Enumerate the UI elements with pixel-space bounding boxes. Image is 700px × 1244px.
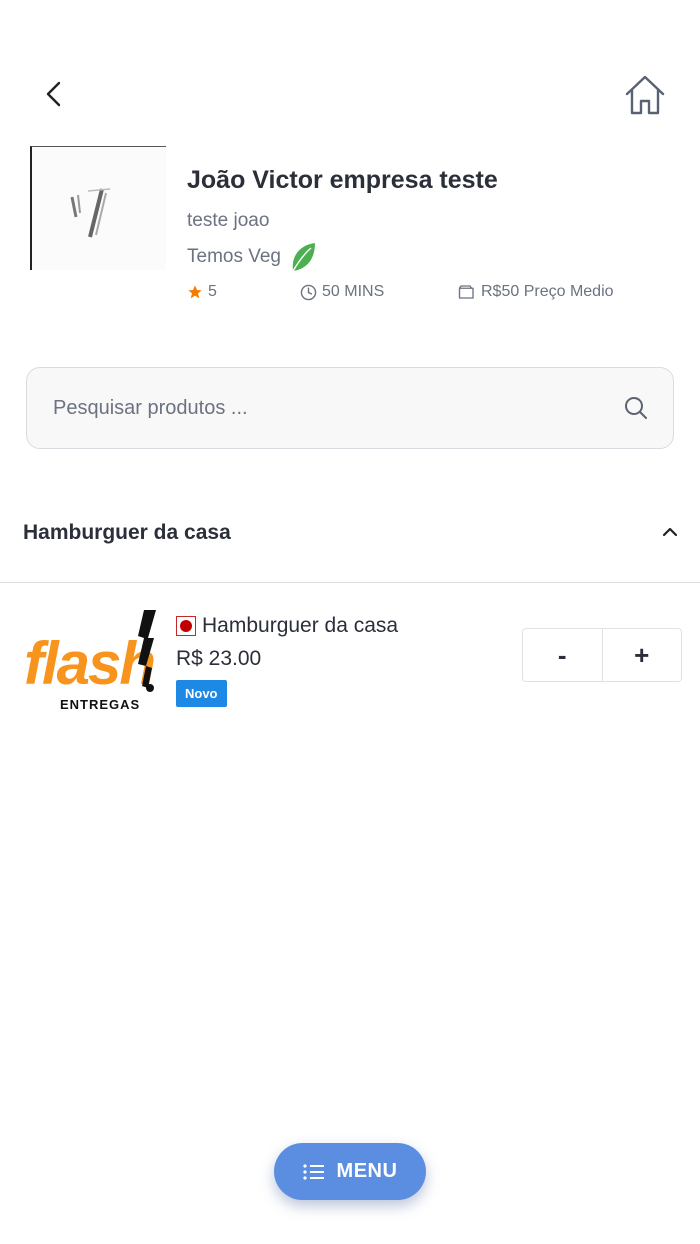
non-veg-icon xyxy=(176,616,196,636)
star-icon xyxy=(188,285,202,299)
product-item[interactable]: flash ENTREGAS Hamburguer da casa R$ 23.… xyxy=(0,600,700,720)
menu-label: MENU xyxy=(336,1160,398,1182)
average-price-value: R$50 Preço Medio xyxy=(481,283,614,300)
store-description: teste joao xyxy=(187,210,270,231)
product-image: flash ENTREGAS xyxy=(22,608,160,712)
search-bar xyxy=(26,367,674,449)
product-title-row: Hamburguer da casa xyxy=(176,614,398,638)
clock-icon xyxy=(300,284,317,300)
category-title: Hamburguer da casa xyxy=(23,521,231,544)
product-price: R$ 23.00 xyxy=(176,647,262,670)
store-meta: 5 50 MINS R$50 Preço Medio xyxy=(187,283,667,307)
increase-button[interactable]: + xyxy=(603,629,682,681)
wallet-icon xyxy=(458,285,474,299)
store-name: João Victor empresa teste xyxy=(187,166,498,194)
search-icon[interactable] xyxy=(623,395,649,421)
svg-text:flash: flash xyxy=(24,630,154,697)
product-name: Hamburguer da casa xyxy=(202,614,399,637)
home-icon xyxy=(625,75,665,115)
category-header[interactable]: Hamburguer da casa xyxy=(0,500,700,583)
delivery-time: 50 MINS xyxy=(300,283,384,301)
chevron-left-icon xyxy=(46,81,61,107)
menu-button[interactable]: MENU xyxy=(274,1143,426,1200)
home-button[interactable] xyxy=(622,72,668,118)
svg-text:ENTREGAS: ENTREGAS xyxy=(60,697,140,712)
chevron-up-icon xyxy=(662,527,678,537)
leaf-icon xyxy=(292,243,315,272)
search-input[interactable] xyxy=(51,395,623,421)
veg-indicator: Temos Veg xyxy=(187,241,317,273)
veg-label: Temos Veg xyxy=(187,246,281,267)
quantity-stepper: - + xyxy=(522,628,682,682)
store-logo xyxy=(30,146,166,270)
list-icon xyxy=(302,1163,324,1180)
rating-value: 5 xyxy=(208,283,217,300)
rating: 5 xyxy=(187,283,217,301)
average-price: R$50 Preço Medio xyxy=(458,283,614,301)
new-badge: Novo xyxy=(176,680,227,707)
delivery-time-value: 50 MINS xyxy=(322,283,385,300)
back-button[interactable] xyxy=(38,76,72,112)
decrease-button[interactable]: - xyxy=(523,629,603,681)
